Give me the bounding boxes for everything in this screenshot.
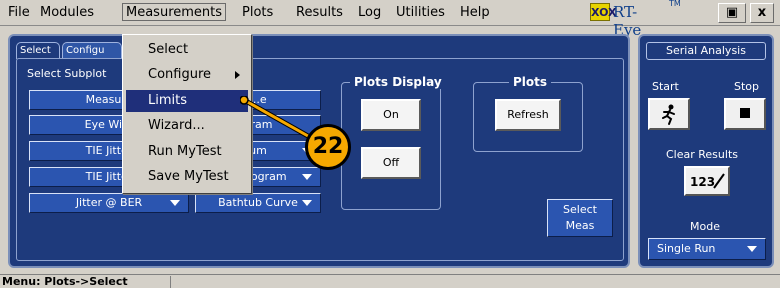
status-text: Menu: Plots->Select [2, 275, 128, 288]
menu-option-save-mytest[interactable]: Save MyTest [126, 166, 248, 188]
menu-option-configure-label: Configure [148, 67, 212, 82]
measurements-menu: Select Configure Limits Wizard... Run My… [122, 34, 252, 194]
stop-icon [740, 108, 750, 118]
plots-on-label: On [383, 108, 399, 121]
select-meas-label-1: Select [563, 203, 597, 216]
serial-analysis-panel: Serial Analysis Start Stop Clear Results… [638, 34, 774, 268]
plots-display-title: Plots Display [350, 75, 446, 89]
tab-configure[interactable]: Configu [62, 42, 122, 59]
logo-trademark: TM [669, 0, 681, 8]
clear-results-label: Clear Results [666, 148, 738, 161]
menu-bar: File Modules Measurements Plots Results … [0, 0, 780, 39]
submenu-arrow-icon [235, 71, 240, 79]
plots-off-button[interactable]: Off [361, 147, 421, 179]
select-subplot-label: Select Subplot [27, 67, 107, 80]
menu-help[interactable]: Help [460, 4, 490, 22]
application-window: File Modules Measurements Plots Results … [0, 0, 780, 288]
menu-option-select-label: Select [148, 42, 189, 57]
chevron-down-icon [302, 174, 312, 180]
menu-option-limits-label: Limits [148, 93, 187, 108]
jitter-ber-dropdown[interactable]: Jitter @ BER [29, 193, 189, 213]
menu-file[interactable]: File [8, 4, 30, 22]
menu-log[interactable]: Log [358, 4, 381, 22]
menu-option-run-mytest-label: Run MyTest [148, 144, 222, 159]
plots-off-label: Off [382, 156, 400, 169]
status-bar: Menu: Plots->Select [0, 274, 780, 288]
chevron-down-icon [170, 200, 180, 206]
eraser-counter-icon: 123 [690, 173, 725, 189]
running-man-icon [662, 104, 675, 125]
restore-window-button[interactable]: ▣ [718, 3, 746, 23]
mode-label: Mode [690, 220, 720, 233]
menu-plots[interactable]: Plots [242, 4, 273, 22]
plots-title: Plots [509, 75, 552, 89]
menu-option-save-mytest-label: Save MyTest [148, 169, 229, 184]
callout-badge: 22 [305, 124, 351, 170]
close-window-button[interactable]: x [750, 3, 774, 23]
logo-mark: XOX [590, 3, 617, 21]
menu-measurements[interactable]: Measurements [122, 3, 227, 21]
start-button[interactable] [648, 98, 690, 130]
counter-digits: 123 [690, 175, 715, 189]
menu-option-run-mytest[interactable]: Run MyTest [126, 141, 248, 163]
select-meas-label-2: Meas [565, 219, 595, 232]
menu-option-select[interactable]: Select [126, 39, 248, 61]
stop-label: Stop [734, 80, 760, 93]
plots-on-button[interactable]: On [361, 99, 421, 131]
clear-results-button[interactable]: 123 [684, 166, 730, 196]
menu-results[interactable]: Results [296, 4, 343, 22]
menu-utilities[interactable]: Utilities [396, 4, 445, 22]
menu-modules[interactable]: Modules [40, 4, 94, 22]
stop-button[interactable] [724, 98, 766, 130]
restore-icon: ▣ [725, 5, 739, 20]
chevron-down-icon [302, 200, 312, 206]
bathtub-curve-dropdown[interactable]: Bathtub Curve [195, 193, 321, 213]
status-separator [170, 276, 171, 288]
refresh-button[interactable]: Refresh [495, 99, 561, 131]
refresh-label: Refresh [507, 108, 549, 121]
close-icon: x [757, 5, 767, 20]
bathtub-curve-label: Bathtub Curve [218, 196, 298, 209]
jitter-ber-label: Jitter @ BER [75, 196, 143, 209]
menu-option-configure[interactable]: Configure [126, 64, 248, 86]
start-label: Start [652, 80, 679, 93]
select-meas-button[interactable]: Select Meas [547, 199, 613, 237]
rt-eye-logo: XOX RT-Eye TM [590, 0, 681, 39]
menu-option-wizard-label: Wizard... [148, 118, 205, 133]
mode-value: Single Run [657, 242, 716, 255]
serial-analysis-title: Serial Analysis [646, 42, 766, 60]
mode-dropdown[interactable]: Single Run [648, 238, 766, 260]
tab-select[interactable]: Select [16, 42, 60, 59]
chevron-down-icon [747, 246, 757, 252]
menu-option-limits[interactable]: Limits [126, 90, 248, 112]
menu-option-wizard[interactable]: Wizard... [126, 115, 248, 137]
